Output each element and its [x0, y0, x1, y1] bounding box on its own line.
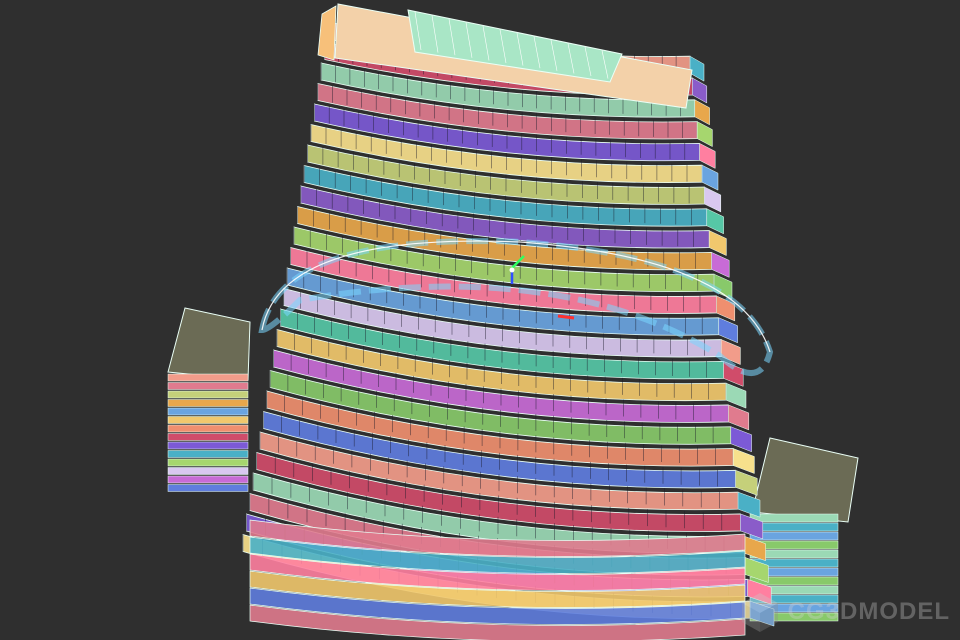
- right-wing-floor: [749, 531, 839, 541]
- floor-band-endcap: [711, 251, 730, 278]
- floor-band-endcap: [730, 426, 752, 453]
- floor-band-endcap: [718, 317, 738, 344]
- right-wing-roof: [751, 437, 859, 523]
- building-wireframe-model[interactable]: [0, 0, 960, 640]
- left-wing-floor: [167, 433, 249, 441]
- right-wing-floor: [749, 513, 839, 523]
- left-wing-floor: [167, 382, 249, 390]
- left-wing-floor: [167, 458, 249, 467]
- gizmo-x-axis: [557, 314, 575, 320]
- floor-band-endcap: [735, 469, 758, 496]
- floor-band-endcap: [696, 121, 713, 148]
- floor-band-endcap: [689, 55, 705, 82]
- left-wing-floor: [167, 373, 249, 382]
- floor-band-endcap: [728, 404, 750, 431]
- left-wing-floor: [167, 475, 249, 484]
- floor-band-endcap: [704, 186, 722, 213]
- floor-band-endcap: [699, 142, 716, 169]
- floor-band-endcap: [701, 164, 719, 191]
- left-wing-floor: [167, 467, 249, 475]
- watermark: CG3DMODEL: [738, 590, 950, 634]
- left-wing-floor: [167, 399, 249, 407]
- left-wing-floor: [167, 416, 249, 424]
- floor-band-endcap: [706, 208, 724, 235]
- left-wing-floor: [167, 424, 249, 433]
- left-wing-floor: [167, 450, 249, 458]
- floor-band-endcap: [692, 77, 708, 104]
- cube-icon: [741, 593, 778, 632]
- gizmo-pivot: [509, 267, 515, 273]
- left-wing-floor: [167, 407, 249, 416]
- left-wing-floor: [167, 390, 249, 399]
- floor-band-endcap: [694, 99, 710, 126]
- roof-edge: [317, 5, 337, 61]
- floor-band-endcap: [732, 448, 755, 474]
- floor-band-endcap: [708, 230, 727, 256]
- left-wing-floor: [167, 441, 249, 450]
- right-wing-floor: [749, 522, 839, 532]
- left-wing-roof: [167, 307, 251, 381]
- left-wing-floor: [167, 484, 249, 492]
- floor-band-endcap: [725, 382, 747, 409]
- 3d-viewport[interactable]: [0, 0, 960, 640]
- watermark-text: CG3DMODEL: [787, 598, 950, 625]
